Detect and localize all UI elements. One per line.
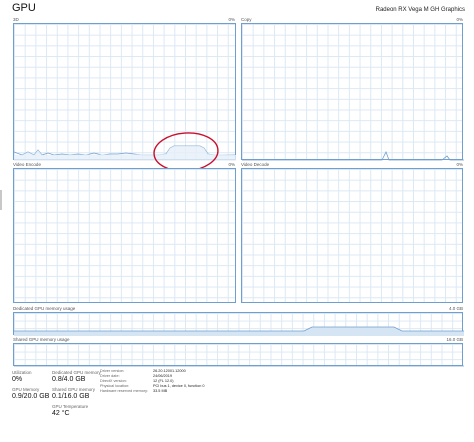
scrollbar-edge[interactable] — [0, 190, 2, 210]
graph-pct-video-encode: 0% — [228, 162, 235, 167]
dedicated-memory-stat-label: Dedicated GPU memory — [52, 370, 101, 375]
reserved-memory-value: 33.5 MB — [153, 389, 168, 393]
graph-copy-line — [242, 151, 464, 161]
graph-copy — [241, 23, 464, 161]
details-values: 26.20.12001.12000 24/06/2019 12 (FL 12.0… — [153, 369, 205, 394]
dedicated-memory-line — [14, 326, 464, 336]
gpu-memory-value: 0.9/20.0 GB — [12, 393, 50, 400]
shared-memory-max: 16.0 GB — [446, 337, 463, 342]
graph-video-encode — [13, 168, 236, 303]
graph-video-decode — [241, 168, 463, 303]
dedicated-memory-max: 4.0 GB — [448, 306, 463, 311]
shared-memory-label: Shared GPU memory usage — [13, 337, 70, 342]
graph-pct-copy: 0% — [456, 17, 463, 22]
shared-memory-stat-value: 0.1/16.0 GB — [52, 393, 90, 400]
shared-memory-stat-label: Shared GPU memory — [52, 387, 96, 392]
adapter-name: Radeon RX Vega M GH Graphics — [375, 7, 465, 13]
graph-pct-video-decode: 0% — [456, 162, 463, 167]
dedicated-memory-stat-value: 0.8/4.0 GB — [52, 376, 86, 383]
graph-label-video-encode[interactable]: Video Encode — [13, 162, 41, 167]
reserved-memory-key: Hardware reserved memory: — [100, 389, 149, 393]
utilization-value: 0% — [12, 376, 23, 383]
gpu-temperature-value: 42 °C — [52, 410, 70, 417]
utilization-label: Utilization — [12, 370, 32, 375]
shared-memory-line — [14, 365, 464, 367]
dedicated-memory-label: Dedicated GPU memory usage — [13, 306, 76, 311]
gpu-temperature-label: GPU Temperature — [52, 404, 89, 409]
details-keys: Driver version: Driver date: DirectX ver… — [100, 369, 148, 394]
gpu-memory-label: GPU Memory — [12, 387, 40, 392]
graph-label-3d[interactable]: 3D — [13, 17, 19, 22]
graph-label-copy[interactable]: Copy — [241, 17, 252, 22]
graph-pct-3d: 0% — [228, 17, 235, 22]
dedicated-memory-graph — [13, 312, 464, 336]
shared-memory-graph — [13, 343, 464, 367]
page-title: GPU — [12, 2, 36, 14]
graph-label-video-decode[interactable]: Video Decode — [241, 162, 269, 167]
